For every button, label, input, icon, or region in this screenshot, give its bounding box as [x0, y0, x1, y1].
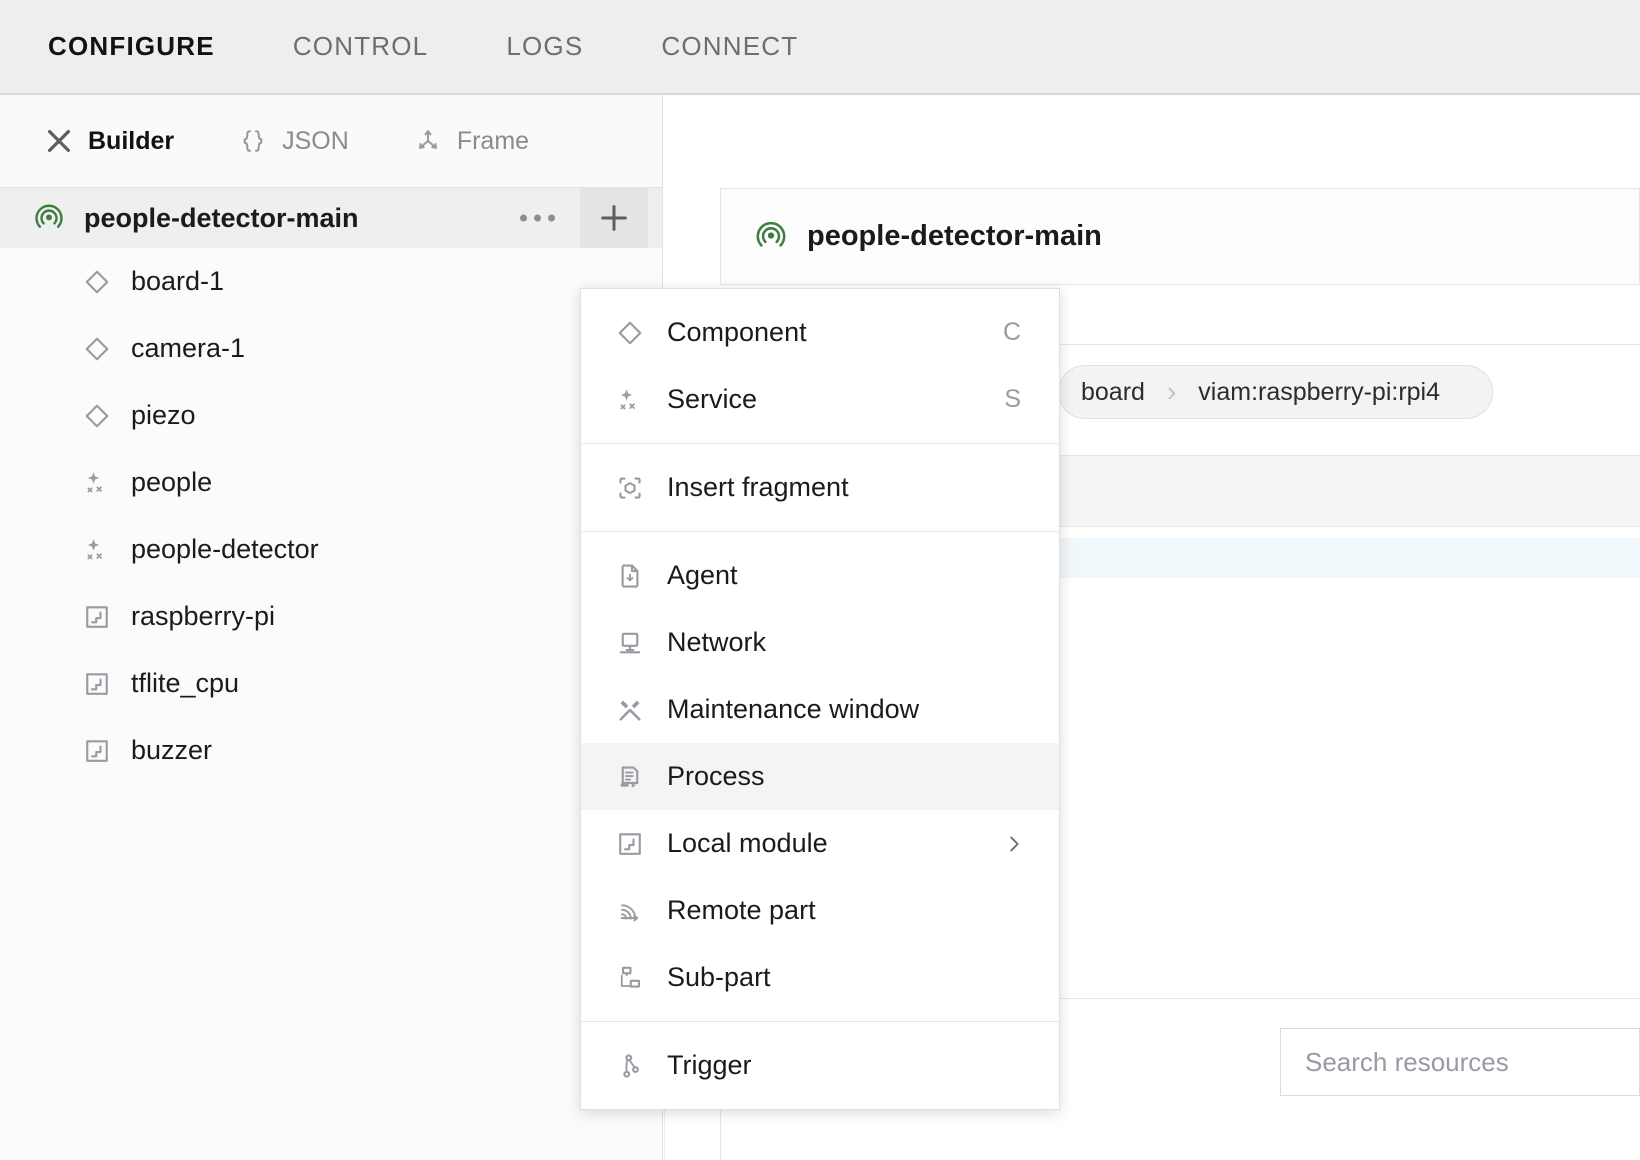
menu-item-label: Agent [667, 560, 738, 590]
menu-item-agent[interactable]: Agent [581, 542, 1059, 609]
tree-item-label: tflite_cpu [131, 668, 240, 698]
menu-item-network[interactable]: Network [581, 609, 1059, 676]
breadcrumb-segment-type: board [1081, 377, 1145, 406]
search-resources-input[interactable]: Search resources [1280, 1028, 1640, 1096]
tree-root-label: people-detector-main [84, 202, 359, 233]
menu-item-label: Trigger [667, 1050, 752, 1080]
tab-connect[interactable]: CONNECT [661, 31, 798, 62]
subnav-item-builder[interactable]: Builder [44, 126, 174, 156]
menu-item-process[interactable]: Process [581, 743, 1059, 810]
radar-icon [32, 199, 66, 233]
module-icon [82, 736, 112, 766]
chevron-right-icon: › [1166, 376, 1177, 407]
hammer-wrench-icon [615, 695, 645, 725]
braces-icon [238, 126, 268, 156]
tree-item-label: people-detector [131, 534, 319, 564]
menu-item-service[interactable]: Service S [581, 366, 1059, 433]
subpart-icon [615, 963, 645, 993]
tree-item-buzzer[interactable]: buzzer [0, 717, 662, 784]
menu-item-remote-part[interactable]: Remote part [581, 877, 1059, 944]
menu-item-shortcut: S [1004, 385, 1021, 413]
sparkle-icon [82, 468, 112, 498]
module-icon [82, 669, 112, 699]
breadcrumb-segment-model: viam:raspberry-pi:rpi4 [1198, 377, 1441, 406]
tree-item-camera-1[interactable]: camera-1 [0, 315, 662, 382]
menu-item-label: Process [667, 761, 765, 791]
ellipsis-icon[interactable] [520, 214, 555, 222]
tree-item-raspberry-pi[interactable]: raspberry-pi [0, 583, 662, 650]
menu-item-label: Network [667, 627, 767, 657]
fragment-cube-icon [615, 473, 645, 503]
tree-item-label: buzzer [131, 735, 213, 765]
menu-item-component[interactable]: Component C [581, 299, 1059, 366]
sparkle-icon [82, 535, 112, 565]
tree-item-label: people [131, 467, 213, 497]
tools-icon [44, 126, 74, 156]
tree-item-people[interactable]: people [0, 449, 662, 516]
subnav-item-frame[interactable]: Frame [413, 126, 529, 156]
menu-item-label: Insert fragment [667, 472, 849, 502]
radar-icon [753, 216, 789, 257]
tab-control[interactable]: CONTROL [293, 31, 429, 62]
module-icon [82, 602, 112, 632]
process-icon [615, 762, 645, 792]
menu-item-label: Sub-part [667, 962, 771, 992]
menu-item-label: Local module [667, 828, 828, 858]
menu-item-label: Service [667, 384, 758, 414]
file-download-icon [615, 561, 645, 591]
top-navigation-bar: CONFIGURE CONTROL LOGS CONNECT [0, 0, 1640, 95]
menu-item-sub-part[interactable]: Sub-part [581, 944, 1059, 1011]
plus-icon[interactable] [580, 188, 648, 248]
menu-item-label: Component [667, 317, 807, 347]
menu-separator [581, 443, 1059, 444]
tree-item-label: board-1 [131, 266, 225, 296]
menu-separator [581, 1021, 1059, 1022]
add-resource-dropdown-menu[interactable]: Component C Service S Insert fragment Agent Ne… [580, 288, 1060, 1110]
remote-signal-icon [615, 896, 645, 926]
resource-card-title: people-detector-main [807, 220, 1102, 252]
frame-axes-icon [413, 126, 443, 156]
diamond-icon [82, 267, 112, 297]
tree-item-label: raspberry-pi [131, 601, 276, 631]
subnav-item-label: JSON [282, 126, 349, 155]
resource-tree-sidebar: people-detector-main board-1 camera-1 piez… [0, 188, 663, 1160]
menu-item-insert-fragment[interactable]: Insert fragment [581, 454, 1059, 521]
tree-item-people-detector[interactable]: people-detector [0, 516, 662, 583]
tree-item-label: piezo [131, 400, 196, 430]
monitor-icon [615, 628, 645, 658]
sparkle-icon [615, 385, 645, 415]
config-mode-subnav: Builder JSON Frame [0, 95, 663, 188]
tab-logs[interactable]: LOGS [506, 31, 583, 62]
menu-item-label: Remote part [667, 895, 816, 925]
diamond-icon [82, 334, 112, 364]
subnav-item-label: Builder [88, 126, 175, 155]
resource-card-header[interactable]: people-detector-main [720, 188, 1640, 285]
subnav-item-label: Frame [456, 126, 530, 155]
trigger-icon [615, 1051, 645, 1081]
search-placeholder: Search resources [1305, 1046, 1509, 1077]
radar-icon [753, 216, 789, 252]
tree-item-piezo[interactable]: piezo [0, 382, 662, 449]
radar-icon [32, 199, 66, 238]
menu-separator [581, 531, 1059, 532]
tree-root-people-detector-main[interactable]: people-detector-main [0, 188, 662, 248]
menu-item-label: Maintenance window [667, 694, 920, 724]
tree-item-label: camera-1 [131, 333, 246, 363]
menu-item-local-module[interactable]: Local module [581, 810, 1059, 877]
menu-item-maintenance-window[interactable]: Maintenance window [581, 676, 1059, 743]
breadcrumb[interactable]: board › viam:raspberry-pi:rpi4 [1058, 365, 1494, 419]
tree-item-tflite-cpu[interactable]: tflite_cpu [0, 650, 662, 717]
subnav-item-json[interactable]: JSON [238, 126, 349, 156]
menu-item-shortcut: C [1002, 318, 1021, 346]
menu-item-trigger[interactable]: Trigger [581, 1032, 1059, 1099]
chevron-right-icon [1003, 833, 1025, 855]
diamond-icon [615, 318, 645, 348]
module-icon [615, 829, 645, 859]
diamond-icon [82, 401, 112, 431]
tree-item-board-1[interactable]: board-1 [0, 248, 662, 315]
tab-configure[interactable]: CONFIGURE [48, 31, 215, 62]
